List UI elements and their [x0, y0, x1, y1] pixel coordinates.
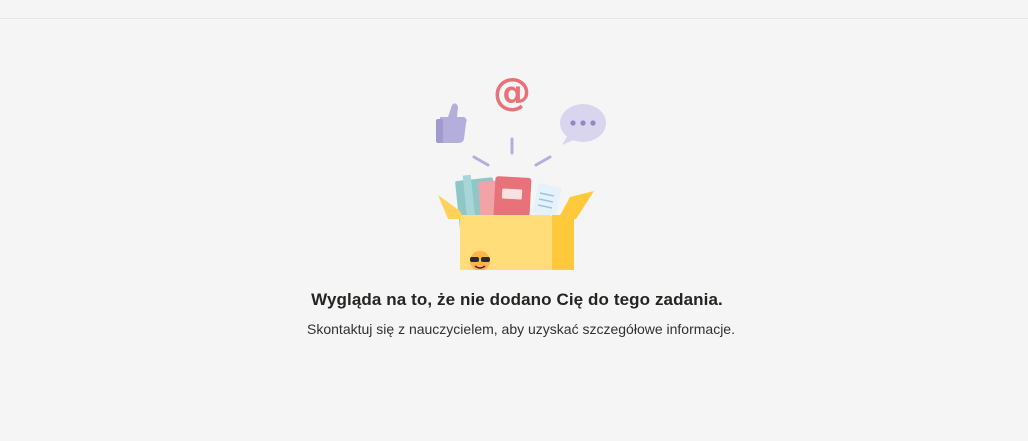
- at-symbol-icon: @: [493, 75, 531, 114]
- top-bar: [0, 0, 1028, 19]
- empty-state: @ Wygląda na to, że nie dodano Cię do te…: [0, 19, 1028, 441]
- sparkle-rays-icon: [472, 137, 552, 167]
- empty-state-subtitle: Skontaktuj się z nauczycielem, aby uzysk…: [307, 321, 735, 337]
- speech-bubble-icon: [560, 104, 606, 145]
- thumbs-up-icon: [436, 103, 467, 143]
- empty-state-title: Wygląda na to, że nie dodano Cię do tego…: [311, 290, 723, 309]
- open-box-with-books-icon: @: [436, 75, 606, 270]
